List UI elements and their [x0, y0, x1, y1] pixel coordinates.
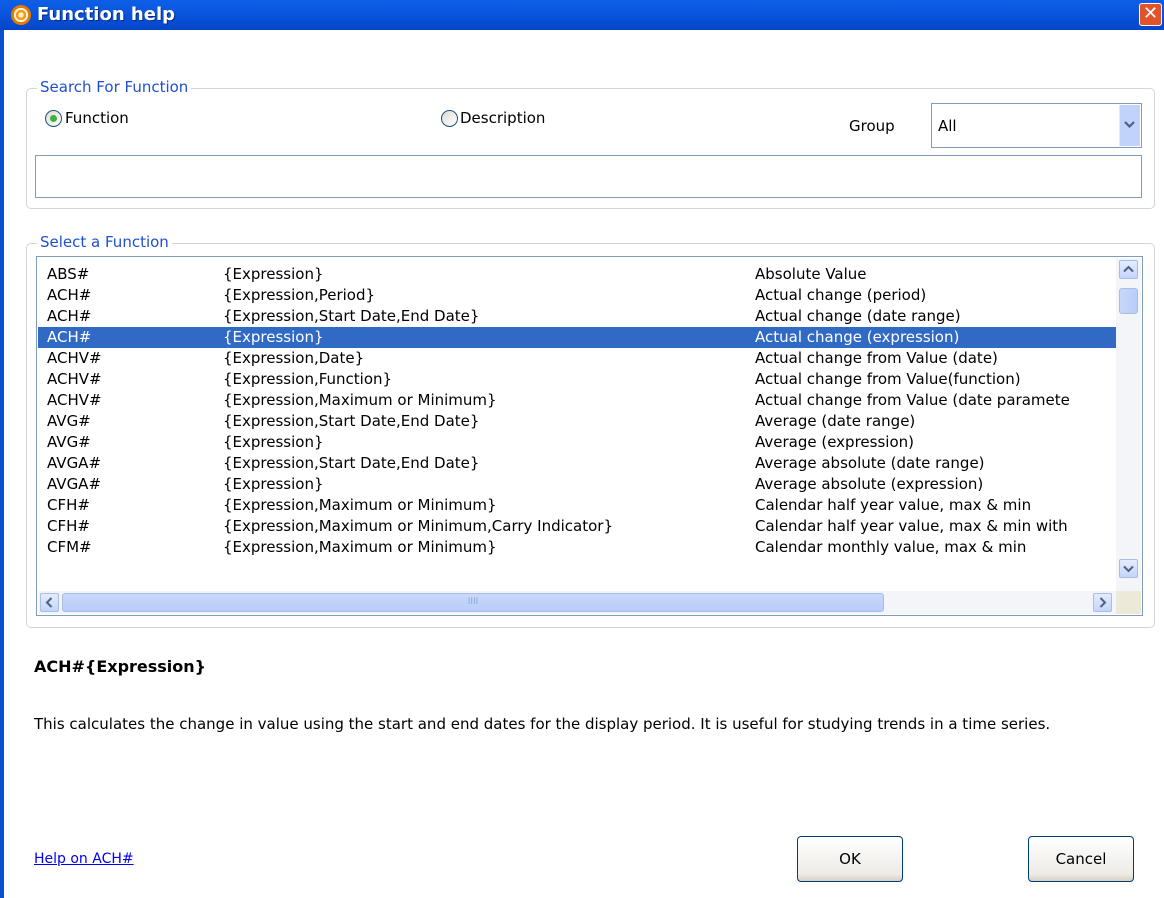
radio-function[interactable] — [45, 110, 62, 127]
horizontal-scrollbar[interactable]: IIII — [38, 591, 1116, 614]
function-desc: Actual change from Value (date) — [755, 349, 998, 367]
function-desc: Absolute Value — [755, 265, 867, 283]
scroll-up-button[interactable] — [1119, 260, 1138, 279]
function-name: ABS# — [47, 265, 90, 283]
window-border — [0, 30, 4, 898]
function-desc: Actual change (period) — [755, 286, 927, 304]
help-link[interactable]: Help on ACH# — [34, 851, 134, 867]
radio-description[interactable] — [441, 110, 458, 127]
title-bar: Function help ✕ — [0, 0, 1164, 30]
scroll-grip: IIII — [467, 597, 479, 607]
function-row[interactable]: ACHV# {Expression,Maximum or Minimum} Actu… — [38, 390, 1116, 411]
function-row[interactable]: ACHV# {Expression,Function} Actual change … — [38, 369, 1116, 390]
function-params: {Expression} — [223, 328, 324, 346]
function-params: {Expression} — [223, 265, 324, 283]
group-label: Group — [849, 117, 895, 135]
scroll-left-icon — [45, 597, 53, 608]
scroll-down-button[interactable] — [1119, 559, 1138, 578]
group-select-value: All — [938, 117, 957, 135]
function-name: CFH# — [47, 496, 90, 514]
function-name: ACHV# — [47, 370, 102, 388]
function-name: AVGA# — [47, 475, 102, 493]
ok-button[interactable]: OK — [797, 836, 903, 882]
function-desc: Calendar monthly value, max & min — [755, 538, 1027, 556]
function-name: AVG# — [47, 433, 91, 451]
window-title: Function help — [37, 4, 175, 25]
function-row[interactable]: AVG# {Expression,Start Date,End Date} Aver… — [38, 411, 1116, 432]
function-params: {Expression,Start Date,End Date} — [223, 454, 480, 472]
function-desc: Actual change (expression) — [755, 328, 960, 346]
app-icon — [11, 5, 31, 25]
function-name: ACH# — [47, 307, 92, 325]
function-signature: ACH#{Expression} — [34, 657, 207, 676]
scrollbar-corner — [1116, 591, 1141, 614]
function-name: ACH# — [47, 286, 92, 304]
function-params: {Expression} — [223, 475, 324, 493]
scroll-down-icon — [1123, 565, 1134, 573]
function-name: ACHV# — [47, 391, 102, 409]
function-name: AVGA# — [47, 454, 102, 472]
function-name: ACHV# — [47, 349, 102, 367]
function-name: ACH# — [47, 328, 92, 346]
function-desc: Actual change (date range) — [755, 307, 961, 325]
search-input[interactable] — [35, 155, 1142, 198]
function-desc: Actual change from Value (date paramete — [755, 391, 1070, 409]
function-row[interactable]: CFH# {Expression,Maximum or Minimum,Carry… — [38, 516, 1116, 537]
close-button[interactable]: ✕ — [1139, 3, 1162, 26]
function-row[interactable]: ACH# {Expression} Actual change (expressio… — [38, 327, 1116, 348]
radio-function-label[interactable]: Function — [65, 110, 129, 127]
group-select[interactable]: All — [931, 103, 1142, 148]
close-icon: ✕ — [1142, 3, 1159, 24]
function-list-rows: ABS# {Expression} Absolute Value ACH# {Expre… — [38, 258, 1116, 591]
radio-description-label[interactable]: Description — [460, 110, 545, 127]
function-params: {Expression,Date} — [223, 349, 365, 367]
horizontal-scroll-thumb[interactable]: IIII — [62, 593, 884, 612]
function-row[interactable]: AVG# {Expression} Average (expression) — [38, 432, 1116, 453]
function-desc: Calendar half year value, max & min — [755, 496, 1032, 514]
function-params: {Expression} — [223, 433, 324, 451]
function-description: This calculates the change in value usin… — [34, 715, 1051, 733]
function-row[interactable]: ACHV# {Expression,Date} Actual change from… — [38, 348, 1116, 369]
function-row[interactable]: CFH# {Expression,Maximum or Minimum} Calen… — [38, 495, 1116, 516]
function-row[interactable]: ACH# {Expression,Period} Actual change (pe… — [38, 285, 1116, 306]
function-params: {Expression,Maximum or Minimum,Carry Ind… — [223, 517, 614, 535]
group-select-dropdown[interactable] — [1119, 105, 1140, 146]
function-desc: Average (date range) — [755, 412, 916, 430]
function-list[interactable]: ABS# {Expression} Absolute Value ACH# {Expre… — [36, 256, 1143, 616]
function-name: CFM# — [47, 538, 92, 556]
function-desc: Actual change from Value(function) — [755, 370, 1021, 388]
function-name: AVG# — [47, 412, 91, 430]
function-row[interactable]: ABS# {Expression} Absolute Value — [38, 264, 1116, 285]
scroll-left-button[interactable] — [40, 593, 59, 612]
scroll-up-icon — [1123, 265, 1134, 273]
function-params: {Expression,Maximum or Minimum} — [223, 391, 497, 409]
function-group-legend: Select a Function — [37, 234, 172, 251]
function-row[interactable]: ACH# {Expression,Start Date,End Date} Actu… — [38, 306, 1116, 327]
function-params: {Expression,Start Date,End Date} — [223, 307, 480, 325]
function-desc: Average (expression) — [755, 433, 914, 451]
function-desc: Average absolute (expression) — [755, 475, 984, 493]
function-row[interactable]: AVGA# {Expression} Average absolute (expre… — [38, 474, 1116, 495]
function-params: {Expression,Period} — [223, 286, 376, 304]
function-name: CFH# — [47, 517, 90, 535]
function-row[interactable]: AVGA# {Expression,Start Date,End Date} Ave… — [38, 453, 1116, 474]
vertical-scrollbar[interactable] — [1116, 258, 1141, 591]
vertical-scroll-thumb[interactable] — [1119, 288, 1138, 314]
function-desc: Calendar half year value, max & min with — [755, 517, 1068, 535]
function-params: {Expression,Maximum or Minimum} — [223, 538, 497, 556]
search-group-legend: Search For Function — [37, 79, 192, 96]
scroll-right-button[interactable] — [1093, 593, 1112, 612]
function-params: {Expression,Start Date,End Date} — [223, 412, 480, 430]
scroll-right-icon — [1099, 597, 1107, 608]
cancel-button[interactable]: Cancel — [1028, 836, 1134, 882]
chevron-down-icon — [1124, 121, 1135, 129]
function-params: {Expression,Maximum or Minimum} — [223, 496, 497, 514]
function-desc: Average absolute (date range) — [755, 454, 985, 472]
function-params: {Expression,Function} — [223, 370, 393, 388]
function-row[interactable]: CFM# {Expression,Maximum or Minimum} Calen… — [38, 537, 1116, 558]
